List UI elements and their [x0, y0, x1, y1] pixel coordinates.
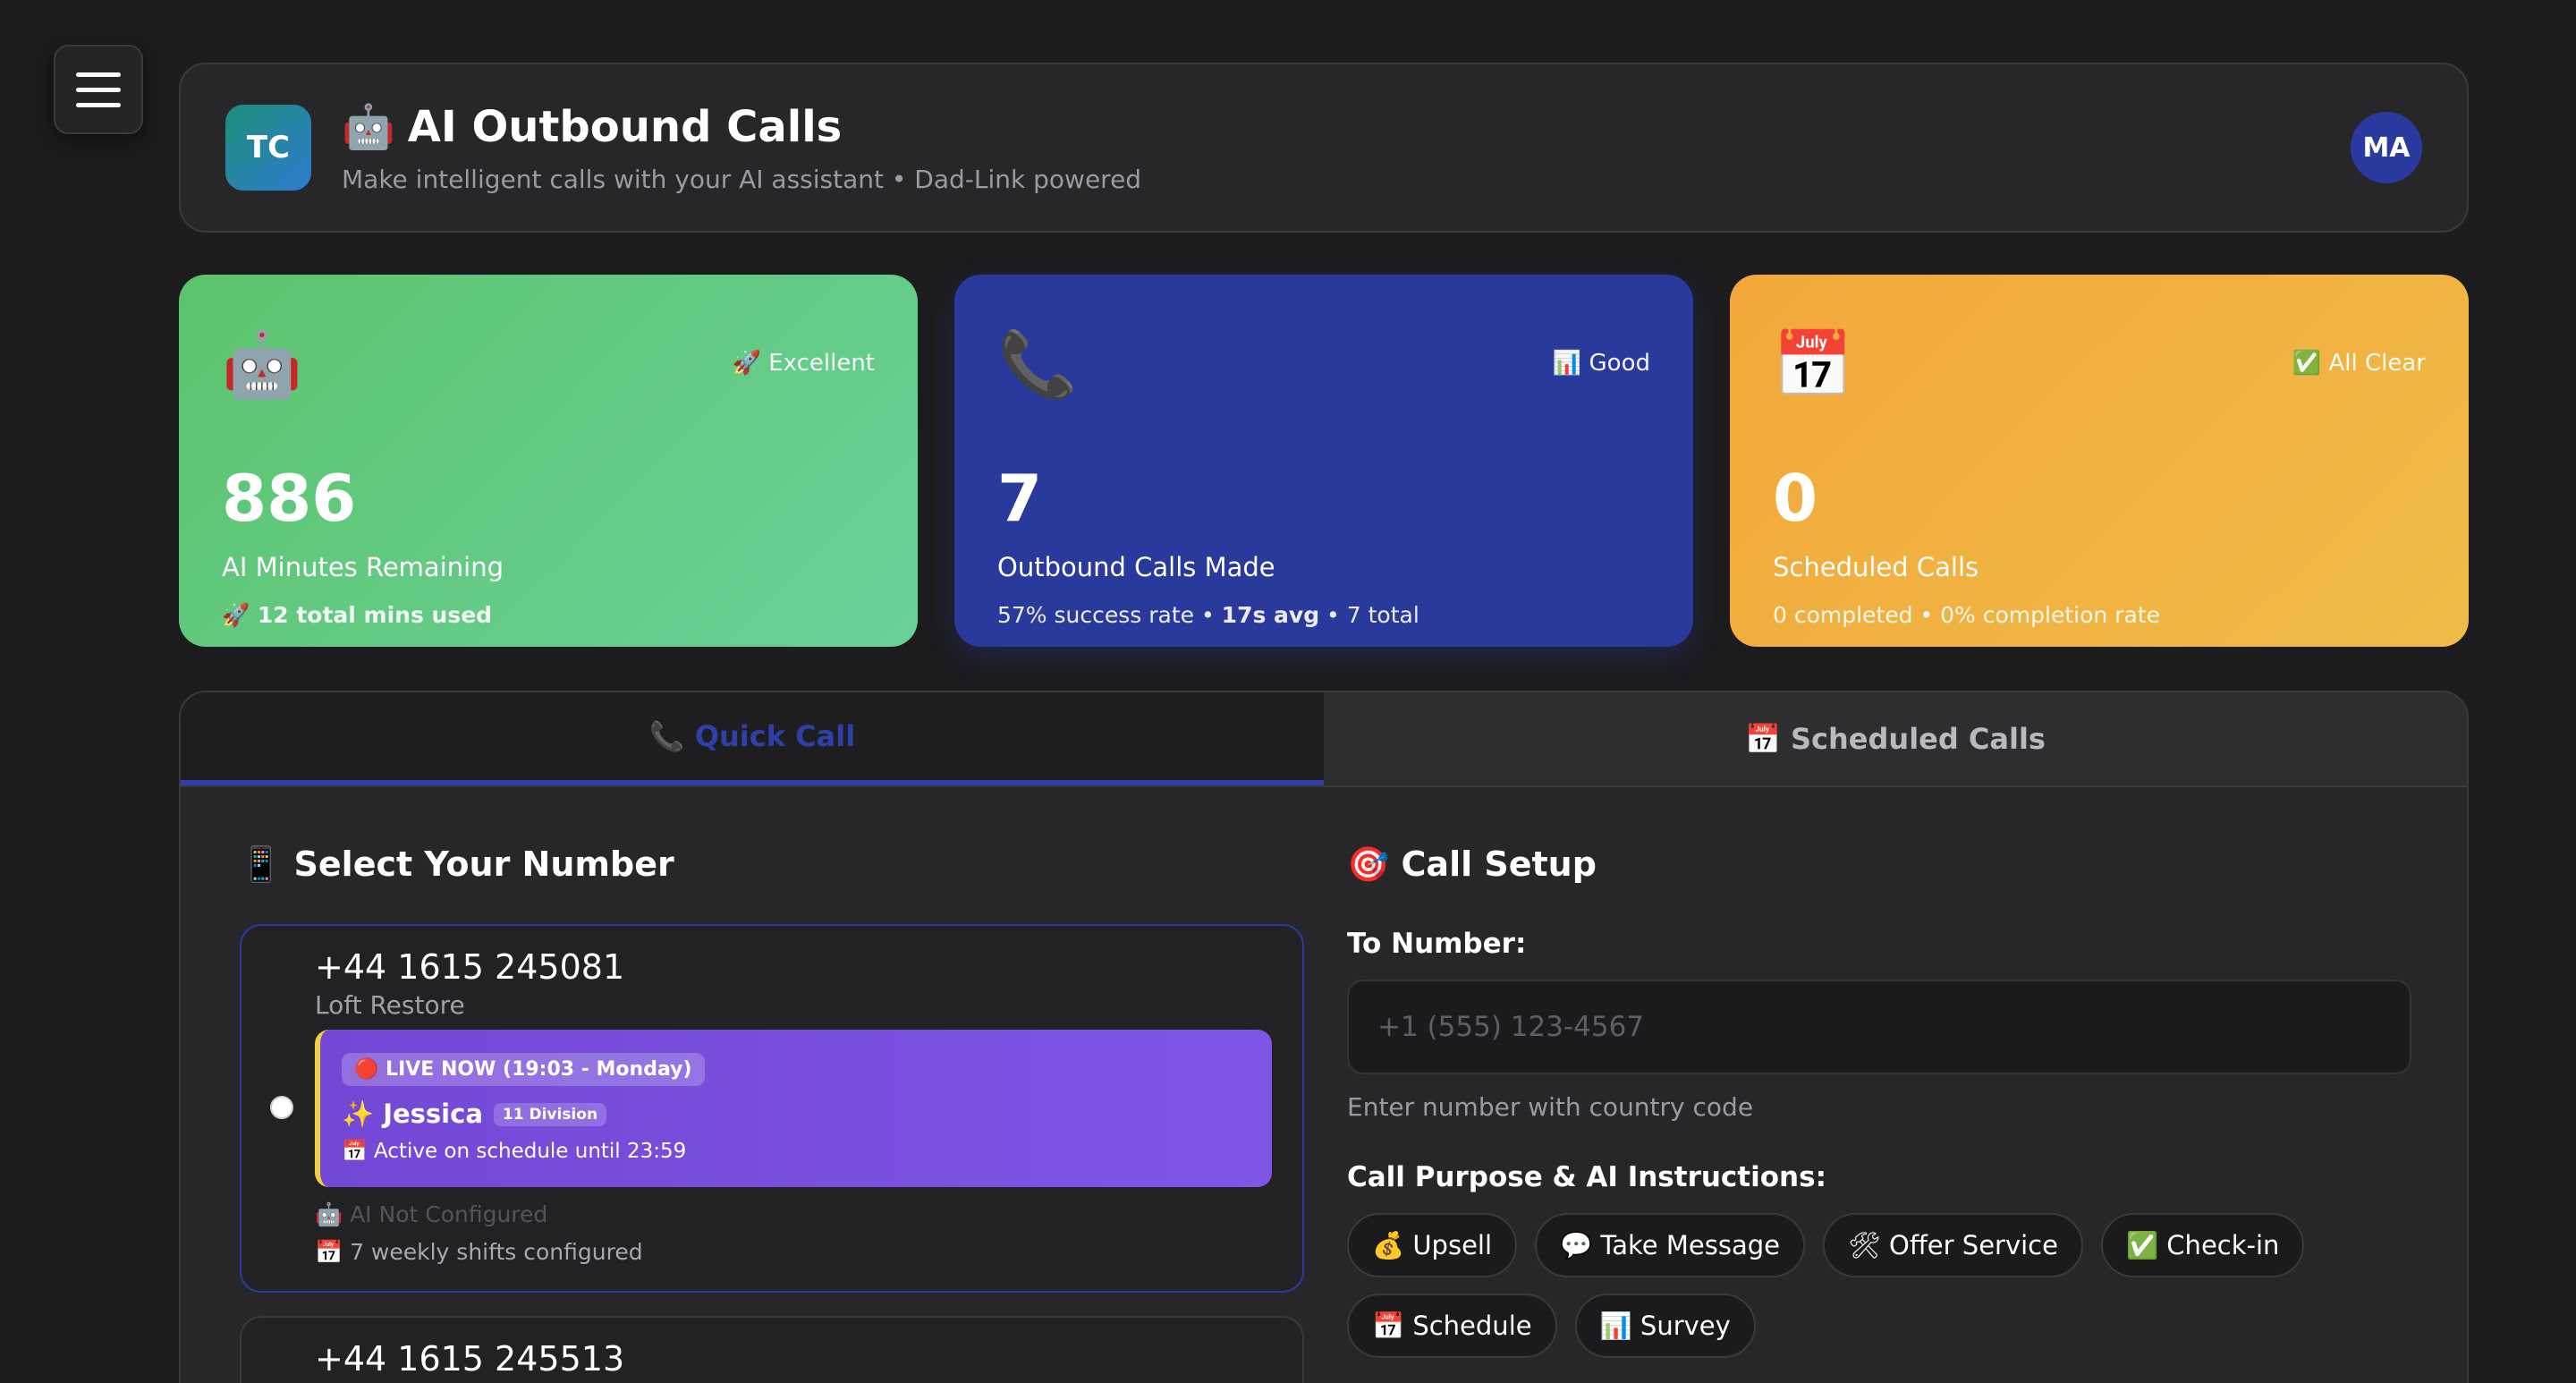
agent-name: ✨ Jessica — [342, 1099, 483, 1129]
shifts-info: 📅 7 weekly shifts configured — [315, 1239, 643, 1265]
purpose-chip-schedule[interactable]: 📅 Schedule — [1347, 1294, 1557, 1358]
stat-detail: 🚀 12 total mins used — [222, 602, 875, 629]
purpose-chip-take-message[interactable]: 💬 Take Message — [1535, 1213, 1805, 1277]
stat-label: AI Minutes Remaining — [222, 552, 504, 582]
stat-value: 7 — [997, 461, 1043, 536]
hamburger-line — [76, 102, 121, 107]
robot-icon: 🤖 — [222, 327, 302, 402]
status-badge: 🚀 Excellent — [732, 350, 875, 377]
app-title: 🤖 AI Outbound Calls — [342, 101, 1141, 153]
stat-card-scheduled-calls: 📅 ✅ All Clear 0 Scheduled Calls 0 comple… — [1730, 275, 2469, 647]
purpose-chips: 💰 Upsell 💬 Take Message 🛠 Offer Service … — [1347, 1213, 2411, 1358]
menu-button[interactable] — [54, 45, 143, 134]
robot-icon: 🤖 — [342, 102, 395, 152]
stat-card-outbound-calls: 📞 📊 Good 7 Outbound Calls Made 57% succe… — [954, 275, 1693, 647]
section-title: 📱 Select Your Number — [240, 844, 674, 884]
number-name: Loft Restore — [315, 990, 465, 1020]
live-badge: 🔴 LIVE NOW (19:03 - Monday) — [342, 1053, 705, 1086]
user-avatar[interactable]: MA — [2351, 112, 2422, 183]
stat-card-ai-minutes: 🤖 🚀 Excellent 886 AI Minutes Remaining 🚀… — [179, 275, 918, 647]
phone-number: +44 1615 245513 — [315, 1339, 625, 1379]
stat-detail-bold: 17s avg — [1221, 602, 1320, 628]
stat-label: Scheduled Calls — [1773, 552, 1979, 582]
purpose-chip-upsell[interactable]: 💰 Upsell — [1347, 1213, 1518, 1277]
stat-value: 886 — [222, 461, 357, 536]
number-card[interactable]: +44 1615 245081 Loft Restore 🔴 LIVE NOW … — [240, 924, 1304, 1293]
app-title-text: AI Outbound Calls — [407, 101, 843, 152]
agent-row: ✨ Jessica 11 Division — [342, 1099, 1250, 1130]
tab-bar: 📞 Quick Call 📅 Scheduled Calls — [181, 692, 2467, 787]
division-badge: 11 Division — [493, 1102, 607, 1126]
purpose-chip-check-in[interactable]: ✅ Check-in — [2100, 1213, 2305, 1277]
number-info: +44 1615 245513 — [315, 1339, 624, 1379]
live-schedule-box: 🔴 LIVE NOW (19:03 - Monday) ✨ Jessica 11… — [315, 1030, 1272, 1187]
app-subtitle: Make intelligent calls with your AI assi… — [342, 165, 1142, 194]
section-title: 🎯 Call Setup — [1347, 844, 1597, 884]
to-number-label: To Number: — [1347, 928, 1527, 960]
status-badge: ✅ All Clear — [2292, 350, 2426, 377]
tab-quick-call[interactable]: 📞 Quick Call — [181, 692, 1324, 785]
purpose-chip-offer-service[interactable]: 🛠 Offer Service — [1822, 1213, 2083, 1277]
stat-detail-pre: 57% success rate • — [997, 602, 1222, 628]
status-badge: 📊 Good — [1552, 350, 1650, 377]
to-number-hint: Enter number with country code — [1347, 1092, 1754, 1122]
select-number-section: 📱 Select Your Number +44 1615 245081 Lof… — [240, 844, 1304, 1383]
tab-scheduled-calls[interactable]: 📅 Scheduled Calls — [1324, 692, 2467, 785]
stat-label: Outbound Calls Made — [997, 552, 1275, 582]
hamburger-line — [76, 87, 121, 92]
stat-detail-bold: 🚀 12 total mins used — [222, 602, 493, 628]
to-number-input[interactable]: +1 (555) 123-4567 — [1347, 980, 2411, 1074]
hamburger-line — [76, 72, 121, 77]
header-text: 🤖 AI Outbound Calls Make intelligent cal… — [342, 101, 1142, 195]
number-card[interactable]: +44 1615 245513 — [240, 1316, 1304, 1383]
number-info: +44 1615 245081 Loft Restore — [315, 947, 624, 1020]
number-radio[interactable] — [270, 1096, 293, 1119]
call-setup-section: 🎯 Call Setup To Number: +1 (555) 123-456… — [1347, 844, 2411, 1358]
main-panel: 📞 Quick Call 📅 Scheduled Calls 📱 Select … — [179, 691, 2469, 1383]
stat-value: 0 — [1773, 461, 1818, 536]
purpose-label: Call Purpose & AI Instructions: — [1347, 1161, 1826, 1193]
calendar-icon: 📅 — [1773, 327, 1853, 402]
active-schedule-text: 📅 Active on schedule until 23:59 — [342, 1140, 687, 1163]
stat-detail-post: • 7 total — [1319, 602, 1419, 628]
phone-number: +44 1615 245081 — [315, 947, 625, 987]
header: TC 🤖 AI Outbound Calls Make intelligent … — [179, 63, 2469, 233]
purpose-chip-survey[interactable]: 📊 Survey — [1574, 1294, 1756, 1358]
page: TC 🤖 AI Outbound Calls Make intelligent … — [0, 0, 2576, 1383]
stat-detail: 57% success rate • 17s avg • 7 total — [997, 602, 1650, 628]
phone-icon: 📞 — [997, 327, 1078, 402]
ai-status: 🤖 AI Not Configured — [315, 1201, 548, 1227]
stat-detail: 0 completed • 0% completion rate — [1773, 602, 2160, 628]
app-logo: TC — [225, 105, 311, 191]
